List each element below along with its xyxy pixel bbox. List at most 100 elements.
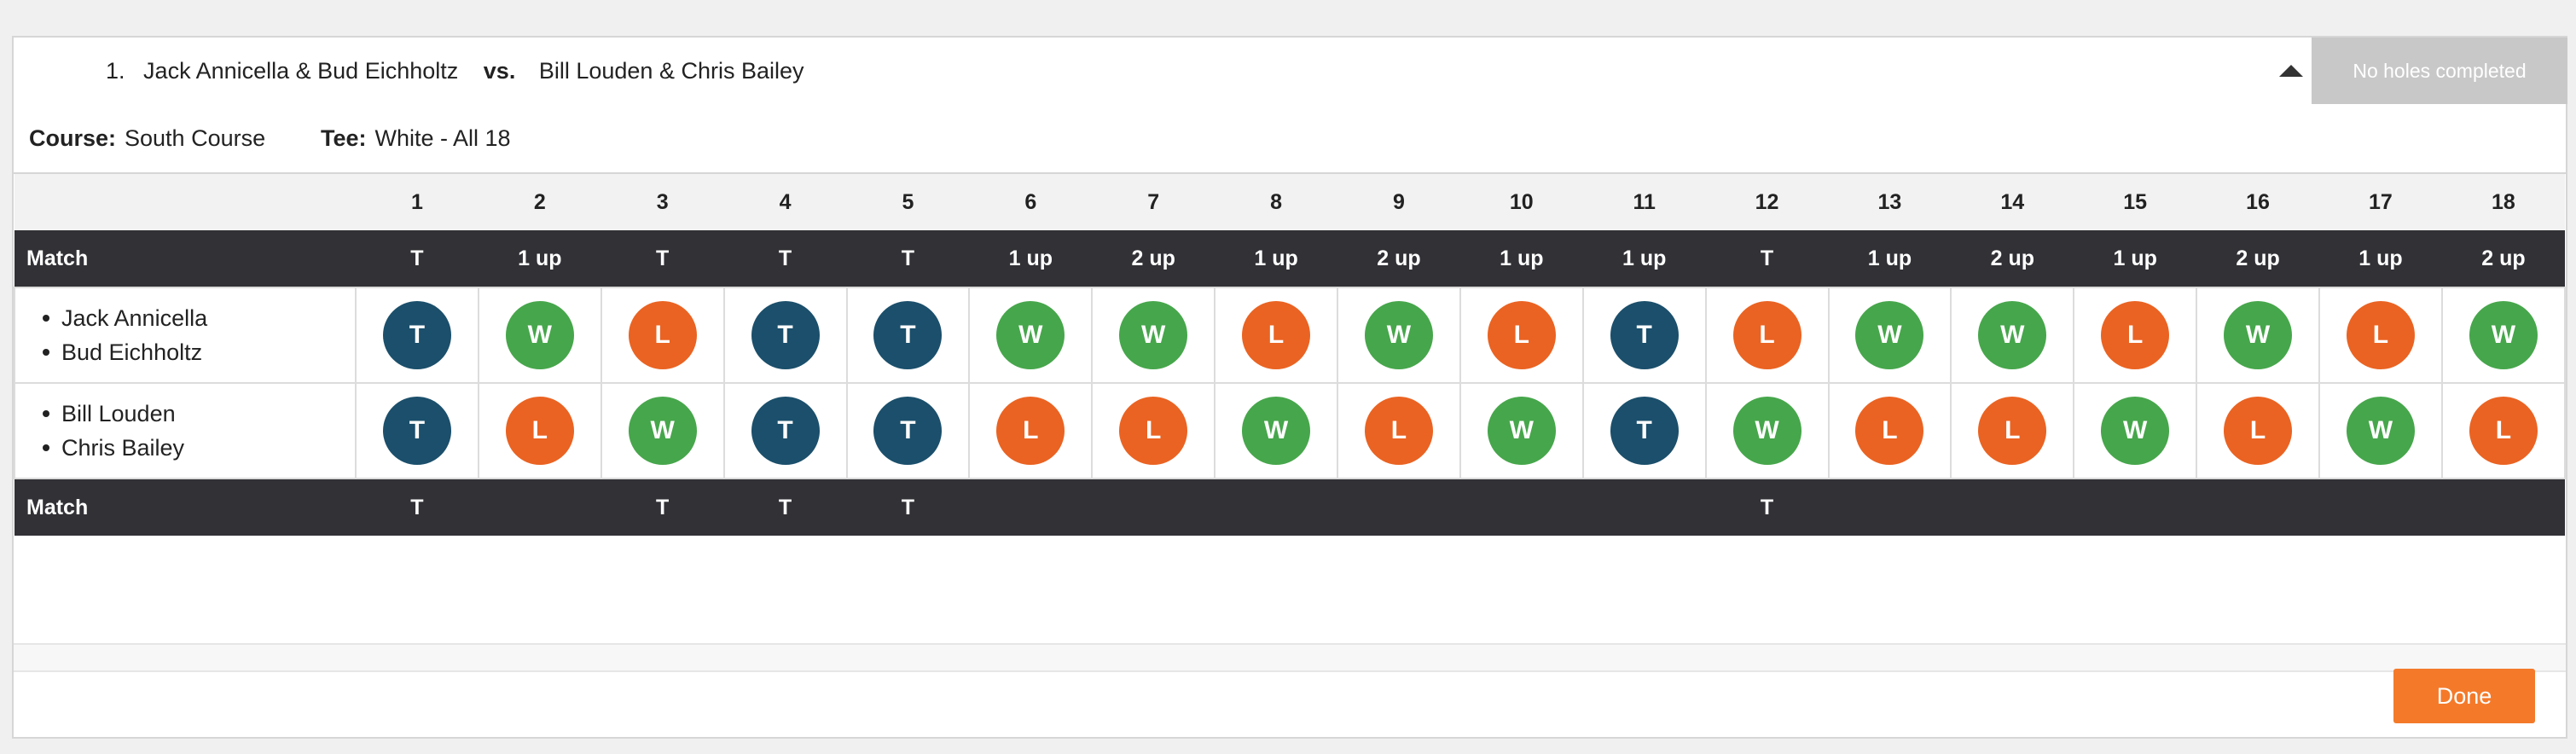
result-badge: W [1487,397,1556,465]
team-row: Jack Annicella Bud Eichholtz T W L T T W W L W L T L W… [14,287,2567,384]
hole-number: 11 [1582,174,1706,230]
hole-result-cell: W [1214,382,1338,479]
course-info-row: Course: South Course Tee: White - All 18 [14,104,2566,174]
hole-result-cell: T [355,382,479,479]
match-status-cell: 2 up [1951,230,2074,287]
result-badge: T [382,397,451,465]
match-status-cell: 2 up [2441,230,2565,287]
result-badge: L [1364,397,1433,465]
result-badge: W [1364,301,1433,369]
match-status-cell: 2 up [1337,230,1460,287]
match-status-cell: 2 up [1092,230,1215,287]
match-status-cell: T [600,230,724,287]
hole-result-cell: W [2196,287,2320,384]
result-badge: L [1242,301,1311,369]
tee-label: Tee: [321,125,367,151]
match-status-row-bottom: Match T T T T T [15,478,2565,536]
result-badge: W [2101,397,2170,465]
result-badge: L [2101,301,2170,369]
match-panel: 1. Jack Annicella & Bud Eichholtz vs. Bi… [12,36,2567,739]
hole-result-cell: W [1459,382,1584,479]
team-b-names: Bill Louden & Chris Bailey [538,58,804,84]
hole-number: 1 [356,174,479,230]
hole-result-cell: W [1827,287,1952,384]
hole-result-cell: T [1581,287,1707,384]
match-status-cell [2196,478,2319,536]
hole-number: 8 [1215,174,1337,230]
hole-result-cell: L [1950,382,2075,479]
match-status-cell [2441,478,2565,536]
match-status-cell: 1 up [1828,230,1952,287]
result-badge: L [1855,397,1924,465]
hole-result-cell: T [355,287,479,384]
hole-number-row: 1 2 3 4 5 6 7 8 9 10 11 12 13 14 15 16 17 18 [15,174,2565,230]
hole-result-cell: W [1950,287,2075,384]
team-row: Bill Louden Chris Bailey T L W T T L L W L W T W L L W L W… [14,382,2567,479]
hole-result-cell: L [1827,382,1952,479]
hole-result-cell: L [2318,287,2443,384]
match-number: 1. [106,58,125,84]
match-header[interactable]: 1. Jack Annicella & Bud Eichholtz vs. Bi… [14,38,2567,106]
match-status-cell: T [846,478,970,536]
hole-number: 10 [1459,174,1583,230]
hole-result-cell: W [2073,382,2198,479]
done-button[interactable]: Done [2393,669,2535,723]
match-status-cell [1951,478,2074,536]
result-badge: W [505,301,574,369]
hole-number: 7 [1092,174,1215,230]
player-list: Bill Louden Chris Bailey [43,397,355,465]
match-status-cell: T [1705,230,1829,287]
result-badge: W [2469,301,2538,369]
player-name: Chris Bailey [43,431,355,465]
collapse-button[interactable] [2266,56,2317,85]
team-players: Jack Annicella Bud Eichholtz [14,287,357,384]
hole-result-cell: W [2440,287,2567,384]
hole-number: 5 [846,174,970,230]
match-status-cell: T [600,478,724,536]
match-status-cell [969,478,1093,536]
hole-result-cell: T [845,287,971,384]
player-name: Bud Eichholtz [43,335,355,369]
match-status-cell: 1 up [478,230,601,287]
match-row-label: Match [15,230,356,287]
result-badge: W [996,301,1065,369]
player-list: Jack Annicella Bud Eichholtz [43,301,355,369]
hole-result-cell: L [1091,382,1216,479]
course-value: South Course [125,125,266,151]
hole-result-cell: W [1337,287,1461,384]
result-badge: T [873,301,943,369]
result-badge: T [382,301,451,369]
match-status-badge: No holes completed [2312,38,2567,104]
match-status-cell: 1 up [1582,230,1706,287]
hole-result-cell: L [1459,287,1584,384]
match-status-cell: 1 up [969,230,1093,287]
player-name: Bill Louden [43,397,355,431]
result-badge: T [873,397,943,465]
hole-number: 14 [1951,174,2074,230]
course-label: Course: [29,125,117,151]
hole-result-cell: T [1581,382,1707,479]
hole-number: 3 [600,174,724,230]
hole-result-cell: W [477,287,602,384]
match-status-cell [1582,478,1706,536]
match-status-cell: T [1705,478,1829,536]
match-status-cell: 1 up [2319,230,2442,287]
team-players: Bill Louden Chris Bailey [14,382,357,479]
result-badge: W [2224,301,2293,369]
result-badge: W [1119,301,1188,369]
result-badge: W [2346,397,2415,465]
match-status-cell: 1 up [2074,230,2197,287]
result-badge: T [751,301,820,369]
match-status-cell [1828,478,1952,536]
result-badge: L [505,397,574,465]
result-badge: W [628,397,697,465]
hole-result-cell: L [2440,382,2567,479]
result-badge: W [1978,301,2047,369]
course-info: Course: South Course [29,104,265,172]
match-status-cell: 2 up [2196,230,2319,287]
hole-result-cell: W [1704,382,1830,479]
match-status-cell [1215,478,1337,536]
hole-result-cell: L [1337,382,1461,479]
match-status-cell [478,478,601,536]
hole-number: 18 [2441,174,2565,230]
